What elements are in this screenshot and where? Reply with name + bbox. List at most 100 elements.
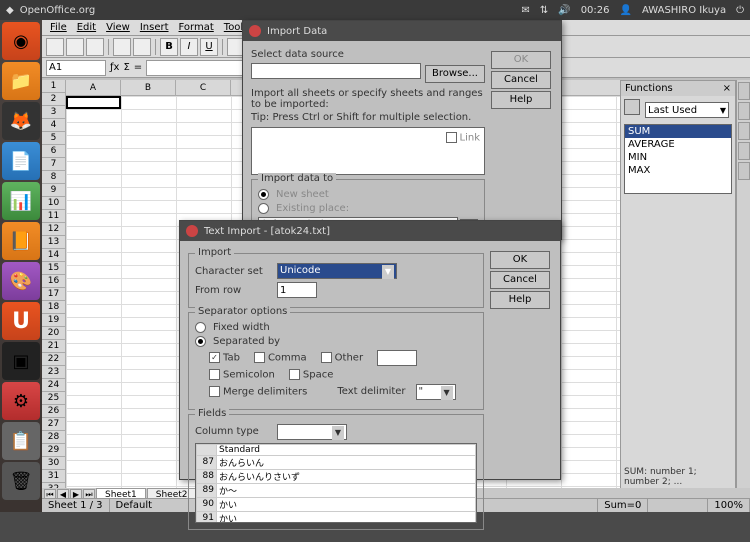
sum-icon[interactable]: Σ (123, 62, 129, 73)
function-item[interactable]: MAX (625, 164, 731, 177)
function-list[interactable]: SUM AVERAGE MIN MAX (624, 124, 732, 194)
row-header[interactable]: 16 (42, 275, 65, 288)
fromrow-input[interactable] (277, 282, 317, 298)
tab-check[interactable]: ✓ (209, 352, 220, 363)
launcher-impress[interactable]: 📙 (2, 222, 40, 260)
bold-button[interactable]: B (160, 38, 178, 56)
row-header[interactable]: 8 (42, 171, 65, 184)
launcher-calc[interactable]: 📊 (2, 182, 40, 220)
browse-button[interactable]: Browse... (425, 65, 485, 83)
side-tool-3[interactable] (738, 122, 750, 140)
row-header[interactable]: 11 (42, 210, 65, 223)
row-header[interactable]: 2 (42, 93, 65, 106)
launcher-files[interactable]: 📁 (2, 62, 40, 100)
row-header[interactable]: 13 (42, 236, 65, 249)
open-button[interactable] (66, 38, 84, 56)
function-category-combo[interactable]: Last Used (645, 102, 729, 118)
launcher-draw[interactable]: 🎨 (2, 262, 40, 300)
menu-insert[interactable]: Insert (136, 22, 173, 33)
new-button[interactable] (46, 38, 64, 56)
other-input[interactable] (377, 350, 417, 366)
functions-close-icon[interactable]: × (723, 83, 731, 94)
fixed-radio[interactable] (195, 322, 206, 333)
row-header[interactable]: 29 (42, 444, 65, 457)
coltype-combo[interactable] (277, 424, 347, 440)
row-header[interactable]: 21 (42, 340, 65, 353)
power-icon[interactable]: ⏻ (736, 5, 744, 16)
row-header[interactable]: 22 (42, 353, 65, 366)
print-button[interactable] (113, 38, 131, 56)
row-header[interactable]: 31 (42, 470, 65, 483)
side-tool-5[interactable] (738, 162, 750, 180)
cell-reference[interactable] (46, 60, 106, 76)
separated-radio[interactable] (195, 336, 206, 347)
import-source-input[interactable] (251, 63, 421, 79)
row-header[interactable]: 26 (42, 405, 65, 418)
row-header[interactable]: 23 (42, 366, 65, 379)
row-header[interactable]: 19 (42, 314, 65, 327)
space-check[interactable] (289, 369, 300, 380)
text-close-icon[interactable] (186, 225, 198, 237)
clock[interactable]: 00:26 (581, 5, 610, 16)
function-item[interactable]: AVERAGE (625, 138, 731, 151)
row-header[interactable]: 7 (42, 158, 65, 171)
row-header[interactable]: 20 (42, 327, 65, 340)
launcher-terminal[interactable]: ▣ (2, 342, 40, 380)
side-tool-4[interactable] (738, 142, 750, 160)
volume-icon[interactable]: 🔊 (558, 5, 570, 16)
side-tool-2[interactable] (738, 102, 750, 120)
row-header[interactable]: 12 (42, 223, 65, 236)
menu-format[interactable]: Format (175, 22, 218, 33)
row-header[interactable]: 14 (42, 249, 65, 262)
underline-button[interactable]: U (200, 38, 218, 56)
launcher-software[interactable]: U (2, 302, 40, 340)
menu-view[interactable]: View (102, 22, 134, 33)
row-header[interactable]: 10 (42, 197, 65, 210)
row-header[interactable]: 28 (42, 431, 65, 444)
row-header[interactable]: 3 (42, 106, 65, 119)
textdelim-combo[interactable]: " (416, 384, 456, 400)
preview-button[interactable] (133, 38, 151, 56)
existing-radio[interactable] (258, 203, 269, 214)
row-header[interactable]: 9 (42, 184, 65, 197)
menu-edit[interactable]: Edit (73, 22, 100, 33)
launcher-firefox[interactable]: 🦊 (2, 102, 40, 140)
row-header[interactable]: 6 (42, 145, 65, 158)
italic-button[interactable]: I (180, 38, 198, 56)
user-name[interactable]: AWASHIRO Ikuya (642, 5, 726, 16)
import-ok-button[interactable]: OK (491, 51, 551, 69)
launcher-settings[interactable]: ⚙ (2, 382, 40, 420)
row-header[interactable]: 1 (42, 80, 65, 93)
launcher-trash[interactable]: 🗑 (2, 462, 40, 500)
launcher-writer[interactable]: 📄 (2, 142, 40, 180)
row-header[interactable]: 4 (42, 119, 65, 132)
fx-icon[interactable]: ƒx (110, 62, 119, 73)
function-item[interactable]: MIN (625, 151, 731, 164)
import-sheets-list[interactable]: Link (251, 127, 485, 175)
launcher-office[interactable]: 📋 (2, 422, 40, 460)
network-icon[interactable]: ⇅ (540, 5, 548, 16)
new-sheet-radio[interactable] (258, 189, 269, 200)
row-header[interactable]: 30 (42, 457, 65, 470)
row-header[interactable]: 18 (42, 301, 65, 314)
row-header[interactable]: 24 (42, 379, 65, 392)
row-header[interactable]: 17 (42, 288, 65, 301)
launcher-dash[interactable]: ◉ (2, 22, 40, 60)
row-header[interactable]: 27 (42, 418, 65, 431)
comma-check[interactable] (254, 352, 265, 363)
save-button[interactable] (86, 38, 104, 56)
text-help-button[interactable]: Help (490, 291, 550, 309)
col-a[interactable]: A (66, 80, 121, 95)
col-b[interactable]: B (121, 80, 176, 95)
import-help-button[interactable]: Help (491, 91, 551, 109)
text-ok-button[interactable]: OK (490, 251, 550, 269)
menu-file[interactable]: File (46, 22, 71, 33)
import-cancel-button[interactable]: Cancel (491, 71, 551, 89)
row-header[interactable]: 15 (42, 262, 65, 275)
side-tool-1[interactable] (738, 82, 750, 100)
col-c[interactable]: C (176, 80, 231, 95)
mail-icon[interactable]: ✉ (521, 5, 529, 16)
charset-combo[interactable]: Unicode (277, 263, 397, 279)
row-header[interactable]: 25 (42, 392, 65, 405)
semi-check[interactable] (209, 369, 220, 380)
